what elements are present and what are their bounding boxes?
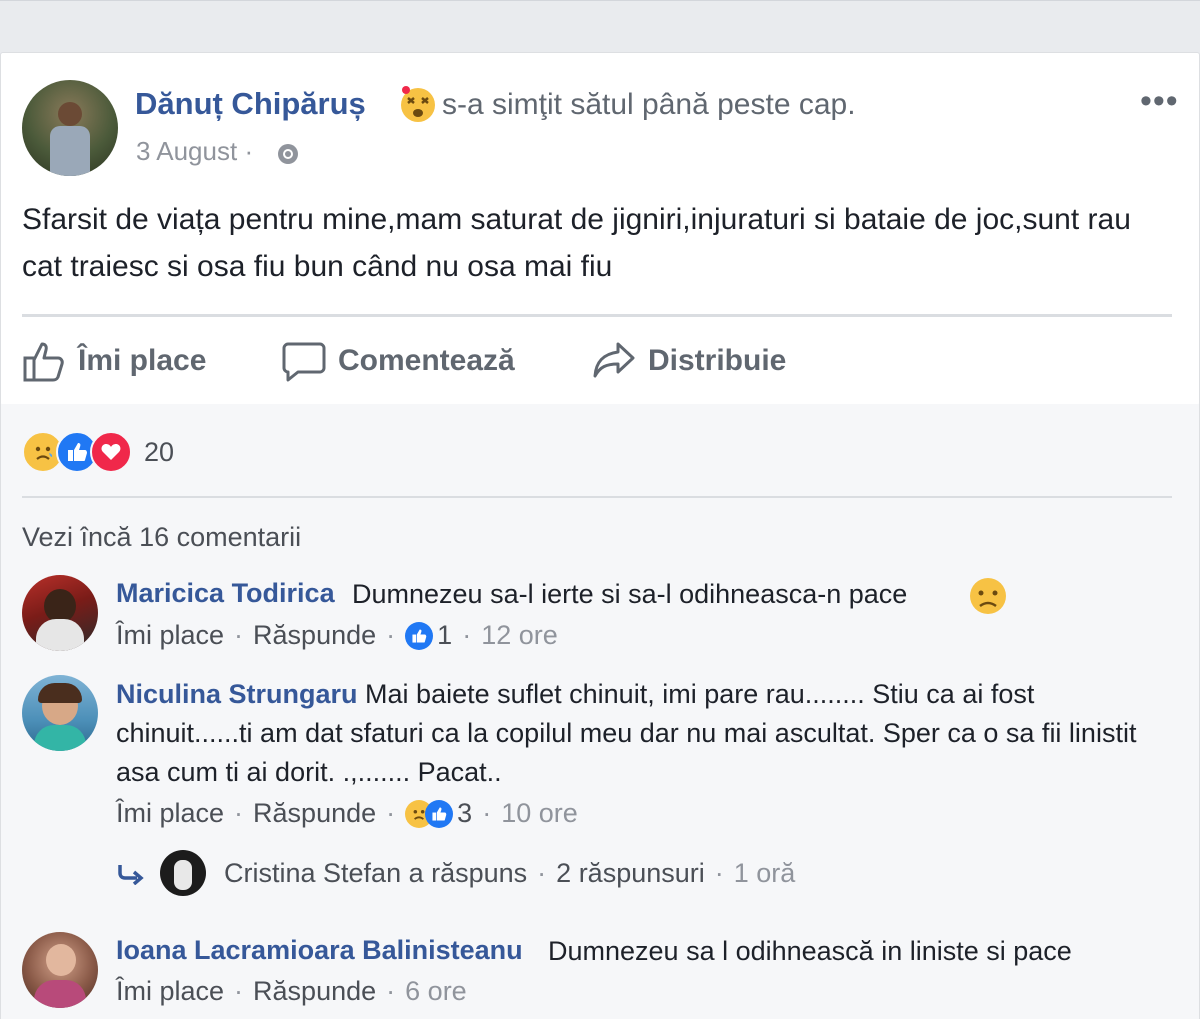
divider bbox=[22, 496, 1172, 498]
comment-author[interactable]: Ioana Lacramioara Balinisteanu bbox=[116, 935, 523, 966]
more-options-icon[interactable]: ••• bbox=[1140, 82, 1179, 121]
reply-author-text[interactable]: Cristina Stefan a răspuns bbox=[224, 858, 527, 889]
comment-like-link[interactable]: Îmi place bbox=[116, 620, 224, 651]
commenter-avatar[interactable] bbox=[22, 932, 98, 1008]
view-more-comments-link[interactable]: Vezi încă 16 comentarii bbox=[22, 522, 301, 553]
comment-like-link[interactable]: Îmi place bbox=[116, 798, 224, 829]
globe-icon bbox=[278, 144, 298, 164]
comment-reaction-count[interactable]: 1 bbox=[437, 620, 452, 651]
feeling-text: s-a simţit sătul până peste cap. bbox=[442, 88, 856, 121]
comment-author[interactable]: Niculina Strungaru bbox=[116, 679, 358, 709]
avatar-figure-body bbox=[50, 126, 90, 176]
comment-label: Comentează bbox=[338, 344, 515, 377]
commenter-avatar[interactable] bbox=[22, 575, 98, 651]
reply-time: 1 oră bbox=[733, 857, 796, 888]
comment-meta: Îmi place · Răspunde · 3 · 10 ore bbox=[116, 798, 578, 829]
comment-text: Dumnezeu sa-l ierte si sa-l odihneasca-n… bbox=[352, 579, 908, 609]
comment-reply-link[interactable]: Răspunde bbox=[253, 976, 376, 1007]
love-reaction-icon bbox=[90, 431, 132, 473]
post-text: Sfarsit de viața pentru mine,mam saturat… bbox=[22, 203, 1131, 283]
comment-time[interactable]: 12 ore bbox=[481, 620, 558, 651]
avatar-figure-head bbox=[58, 102, 82, 126]
reply-arrow-icon bbox=[118, 865, 144, 885]
post-date[interactable]: 3 August · bbox=[136, 136, 253, 167]
like-reaction-icon bbox=[405, 621, 434, 650]
reply-count[interactable]: 2 răspunsuri bbox=[556, 858, 705, 889]
like-button[interactable]: Îmi place bbox=[22, 336, 206, 386]
sad-emoji-icon bbox=[970, 578, 1006, 614]
share-button[interactable]: Distribuie bbox=[592, 336, 786, 386]
comment-text: Dumnezeu sa l odihnească in liniste si p… bbox=[548, 936, 1072, 966]
comment-button[interactable]: Comentează bbox=[282, 336, 515, 386]
reply-avatar bbox=[160, 850, 206, 896]
date-separator: · bbox=[244, 136, 254, 166]
comment-reply-link[interactable]: Răspunde bbox=[253, 798, 376, 829]
dizzy-face-emoji-icon bbox=[401, 86, 435, 122]
share-arrow-icon bbox=[593, 342, 635, 378]
comment-author[interactable]: Maricica Todirica bbox=[116, 578, 335, 609]
comment-time[interactable]: 10 ore bbox=[501, 798, 578, 829]
comment-reply-link[interactable]: Răspunde bbox=[253, 620, 376, 651]
comment-reaction-count[interactable]: 3 bbox=[457, 798, 472, 829]
post-date-text: 3 August bbox=[136, 136, 238, 166]
author-name[interactable]: Dănuț Chipăruș bbox=[135, 86, 366, 122]
reaction-count: 20 bbox=[144, 436, 175, 467]
comment-meta: Îmi place · Răspunde · 6 ore bbox=[116, 976, 467, 1007]
top-band bbox=[0, 0, 1200, 51]
like-label: Îmi place bbox=[78, 344, 207, 377]
thumbs-up-icon bbox=[23, 342, 64, 382]
divider bbox=[22, 314, 1172, 317]
author-avatar[interactable] bbox=[22, 80, 118, 176]
comment-icon bbox=[282, 342, 326, 382]
reactions-summary[interactable]: 20 bbox=[22, 431, 175, 473]
comment-time[interactable]: 6 ore bbox=[405, 976, 467, 1007]
replies-summary[interactable]: Cristina Stefan a răspuns · 2 răspunsuri… bbox=[116, 850, 795, 896]
like-reaction-icon bbox=[425, 799, 454, 828]
comment-like-link[interactable]: Îmi place bbox=[116, 976, 224, 1007]
comment-body: Niculina Strungaru Mai baiete suflet chi… bbox=[116, 675, 1156, 792]
commenter-avatar[interactable] bbox=[22, 675, 98, 751]
share-label: Distribuie bbox=[648, 344, 787, 377]
comment-meta: Îmi place · Răspunde · 1 · 12 ore bbox=[116, 620, 558, 651]
